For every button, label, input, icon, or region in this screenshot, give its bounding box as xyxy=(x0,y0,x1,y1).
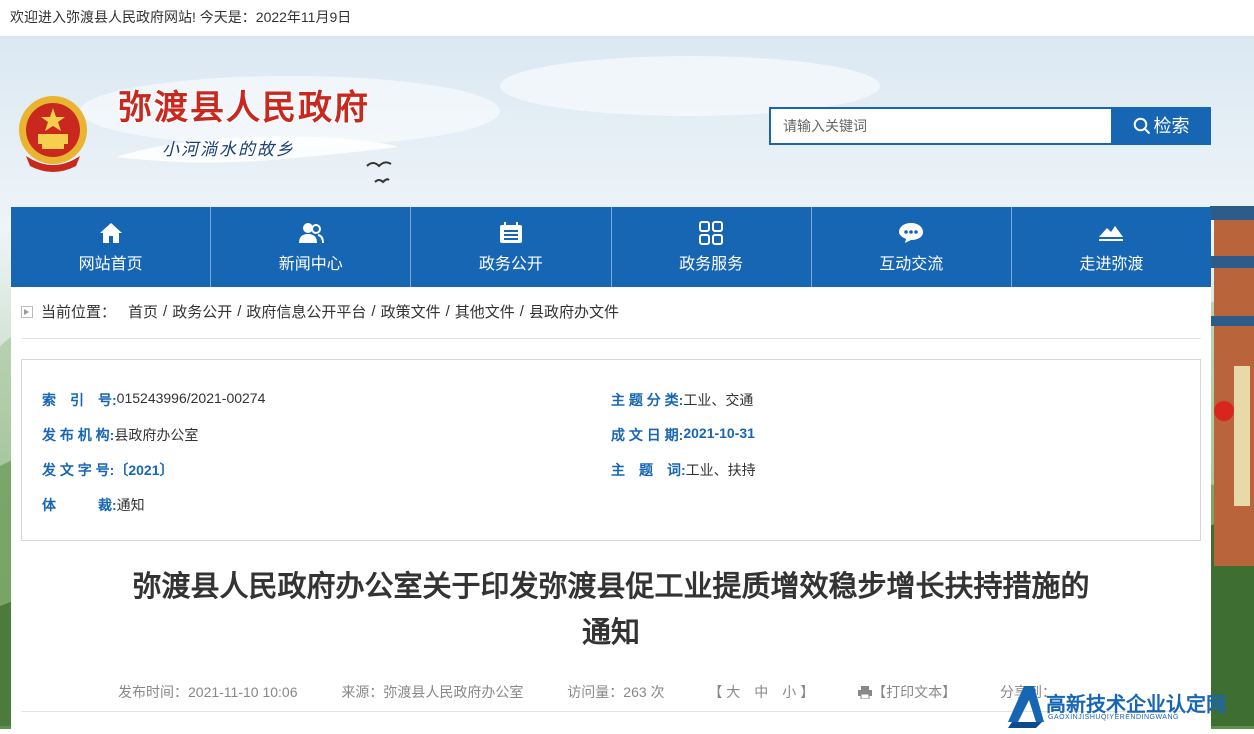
info-issuer-value: 县政府办公室 xyxy=(114,427,199,443)
font-size-switch[interactable]: 【 大 中 小 】 xyxy=(708,684,814,700)
info-index-row: 索 引 号: 015243996/2021-00274 xyxy=(42,390,265,410)
breadcrumb-item-gov-affairs[interactable]: 政务公开 xyxy=(172,301,232,322)
nav-item-news[interactable]: 新闻中心 xyxy=(211,207,412,287)
watermark-subtext: GAOXINJISHUQIYERENDINGWANG xyxy=(1048,714,1179,721)
info-docno-row: 发 文 字 号: 〔2021〕 xyxy=(42,460,174,480)
info-keywords-row: 主 题 词: 工业、扶持 xyxy=(611,460,756,480)
watermark-logo: 高新技术企业认定网 GAOXINJISHUQIYERENDINGWANG xyxy=(1006,682,1254,729)
breadcrumb-prefix: 当前位置： xyxy=(41,304,117,321)
breadcrumb-separator: / xyxy=(371,303,376,320)
document-info-box: 索 引 号: 015243996/2021-00274 主 题 分 类: 工业、… xyxy=(21,359,1201,541)
info-genre-label: 体 裁: xyxy=(42,497,117,513)
printer-icon xyxy=(858,686,873,700)
document-title: 弥渡县人民政府办公室关于印发弥渡县促工业提质增效稳步增长扶持措施的 通知 xyxy=(11,564,1211,656)
info-genre-row: 体 裁: 通知 xyxy=(42,495,145,515)
search-input[interactable]: 请输入关键词 xyxy=(769,107,1113,145)
main-nav: 网站首页 新闻中心 政务公开 政务服务 互动交流 走进弥渡 xyxy=(11,207,1211,287)
chat-icon xyxy=(899,223,924,243)
search-placeholder: 请输入关键词 xyxy=(783,118,867,134)
info-date-row: 成 文 日 期: 2021-10-31 xyxy=(611,425,755,445)
nav-item-gov-affairs[interactable]: 政务公开 xyxy=(411,207,612,287)
nav-item-gov-services[interactable]: 政务服务 xyxy=(612,207,812,287)
location-arrow-icon xyxy=(21,305,33,318)
slogan-text: 小河淌水的故乡 xyxy=(162,140,295,160)
nav-label: 政务服务 xyxy=(679,256,744,273)
nav-label: 走进弥渡 xyxy=(1079,256,1144,273)
info-genre-value: 通知 xyxy=(116,497,145,513)
grid-icon xyxy=(699,221,724,245)
welcome-text: 欢迎进入弥渡县人民政府网站! 今天是：2022年11月9日 xyxy=(10,9,352,25)
info-date-value: 2021-10-31 xyxy=(683,425,755,441)
breadcrumb: 当前位置： 首页 / 政务公开 / 政府信息公开平台 / 政策文件 / 其他文件… xyxy=(21,301,619,322)
info-category-row: 主 题 分 类: 工业、交通 xyxy=(611,390,753,410)
document-list-icon xyxy=(499,222,522,243)
landscape-icon xyxy=(1099,226,1124,241)
breadcrumb-item-home[interactable]: 首页 xyxy=(128,301,158,322)
publish-time: 发布时间：2021-11-10 10:06 xyxy=(118,684,298,700)
info-keywords-label: 主 题 词: xyxy=(611,462,686,478)
info-index-label: 索 引 号: xyxy=(42,392,117,408)
search-icon xyxy=(1133,117,1150,135)
nav-label: 网站首页 xyxy=(78,256,143,273)
nav-item-about[interactable]: 走进弥渡 xyxy=(1012,207,1211,287)
search-button-label: 检索 xyxy=(1153,116,1190,136)
info-date-label: 成 文 日 期: xyxy=(611,427,684,443)
breadcrumb-item-county-office-docs[interactable]: 县政府办文件 xyxy=(529,301,619,322)
home-icon xyxy=(99,223,122,243)
view-count: 访问量：263 次 xyxy=(567,684,665,700)
breadcrumb-separator: / xyxy=(237,303,242,320)
breadcrumb-separator: / xyxy=(519,303,524,320)
info-docno-value: 〔2021〕 xyxy=(114,462,174,478)
print-button[interactable]: 【打印文本】 xyxy=(858,684,960,700)
document-title-line1: 弥渡县人民政府办公室关于印发弥渡县促工业提质增效稳步增长扶持措施的 xyxy=(132,571,1090,603)
search-button[interactable]: 检索 xyxy=(1111,107,1211,145)
info-keywords-value: 工业、扶持 xyxy=(685,462,756,478)
slogan-banner: 小河淌水的故乡 xyxy=(112,127,402,171)
content-panel: 当前位置： 首页 / 政务公开 / 政府信息公开平台 / 政策文件 / 其他文件… xyxy=(11,287,1211,729)
document-title-line2: 通知 xyxy=(581,617,640,649)
breadcrumb-item-other-docs[interactable]: 其他文件 xyxy=(455,301,515,322)
info-docno-label: 发 文 字 号: xyxy=(42,462,115,478)
article-meta: 发布时间：2021-11-10 10:06 来源：弥渡县人民政府办公室 访问量：… xyxy=(118,682,1096,702)
breadcrumb-divider xyxy=(21,338,1201,339)
breadcrumb-item-policy-docs[interactable]: 政策文件 xyxy=(381,301,441,322)
nav-label: 互动交流 xyxy=(879,256,944,273)
nav-item-interaction[interactable]: 互动交流 xyxy=(812,207,1012,287)
national-emblem-icon xyxy=(19,96,87,172)
users-icon xyxy=(298,223,324,244)
breadcrumb-item-info-platform[interactable]: 政府信息公开平台 xyxy=(246,301,366,322)
info-issuer-label: 发 布 机 构: xyxy=(42,427,115,443)
site-title: 弥渡县人民政府 xyxy=(118,90,370,127)
watermark-text: 高新技术企业认定网 xyxy=(1046,694,1226,716)
info-category-label: 主 题 分 类: xyxy=(611,392,684,408)
breadcrumb-separator: / xyxy=(163,303,168,320)
top-welcome-bar: 欢迎进入弥渡县人民政府网站! 今天是：2022年11月9日 xyxy=(0,0,1254,36)
info-issuer-row: 发 布 机 构: 县政府办公室 xyxy=(42,425,198,445)
nav-item-home[interactable]: 网站首页 xyxy=(11,207,212,287)
info-category-value: 工业、交通 xyxy=(683,392,754,408)
nav-label: 政务公开 xyxy=(478,256,543,273)
article-source: 来源：弥渡县人民政府办公室 xyxy=(341,684,524,700)
pagoda-decoration xyxy=(1210,206,1254,566)
info-index-value: 015243996/2021-00274 xyxy=(116,390,266,406)
print-label: 【打印文本】 xyxy=(872,684,957,700)
nav-label: 新闻中心 xyxy=(278,256,343,273)
breadcrumb-separator: / xyxy=(445,303,450,320)
